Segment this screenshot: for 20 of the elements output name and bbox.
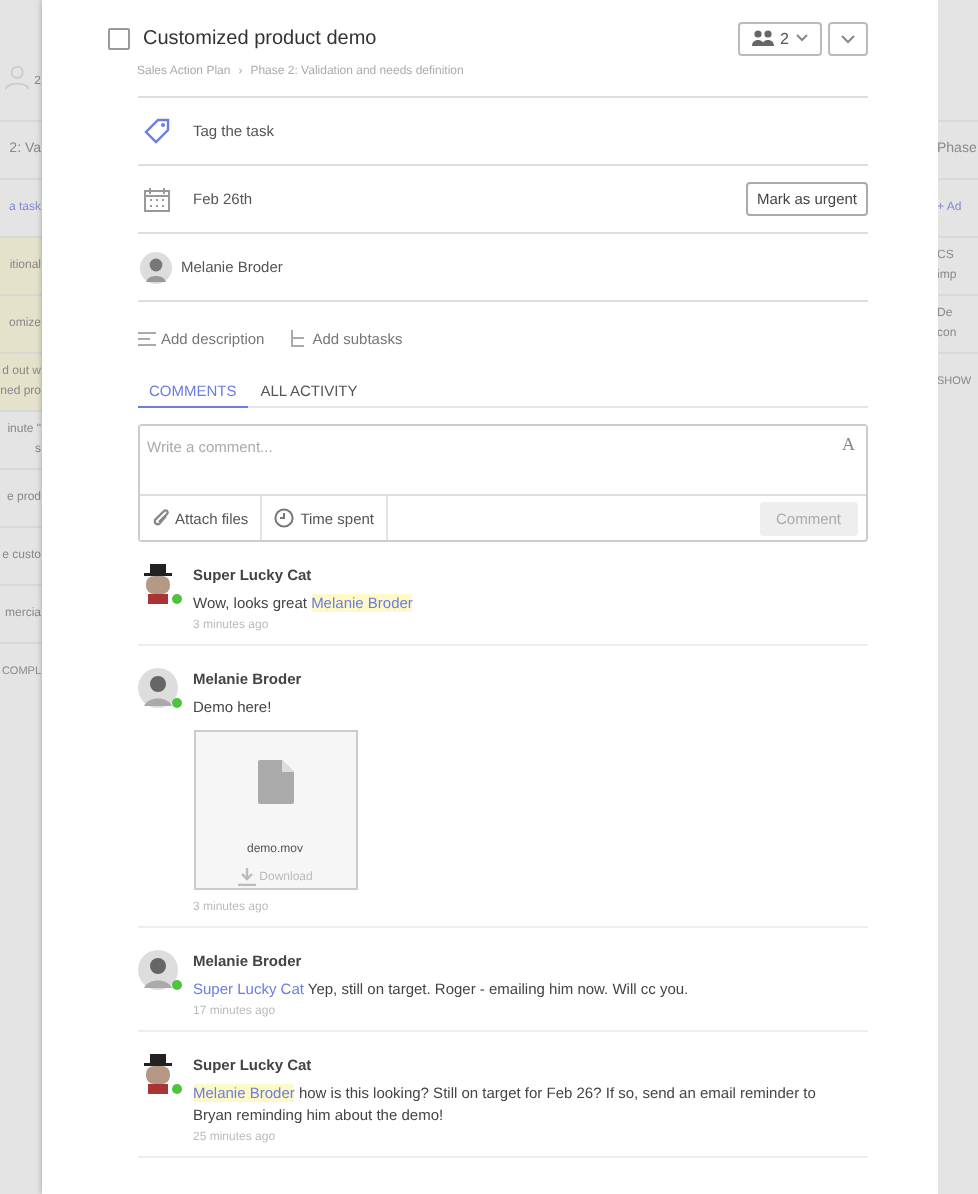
task-checkbox[interactable] [107, 27, 129, 49]
calendar-icon [143, 187, 169, 211]
dropdown-button[interactable] [827, 21, 867, 55]
subtasks-icon [290, 329, 307, 347]
clock-icon [274, 508, 295, 528]
avatar [139, 251, 171, 283]
paperclip-icon [151, 507, 169, 529]
download-icon [237, 868, 256, 886]
person-icon [4, 64, 31, 92]
format-icon[interactable]: A [842, 434, 855, 454]
task-title: Customized product demo [143, 27, 379, 49]
avatar [137, 950, 177, 990]
file-icon [257, 760, 293, 804]
people-icon [752, 30, 775, 46]
avatar [137, 668, 177, 708]
chevron-icon [795, 34, 807, 42]
assignees-button[interactable]: 2 [738, 21, 821, 55]
tag-icon [143, 118, 169, 144]
lines-icon [137, 331, 155, 345]
chevron-icon [839, 33, 855, 43]
